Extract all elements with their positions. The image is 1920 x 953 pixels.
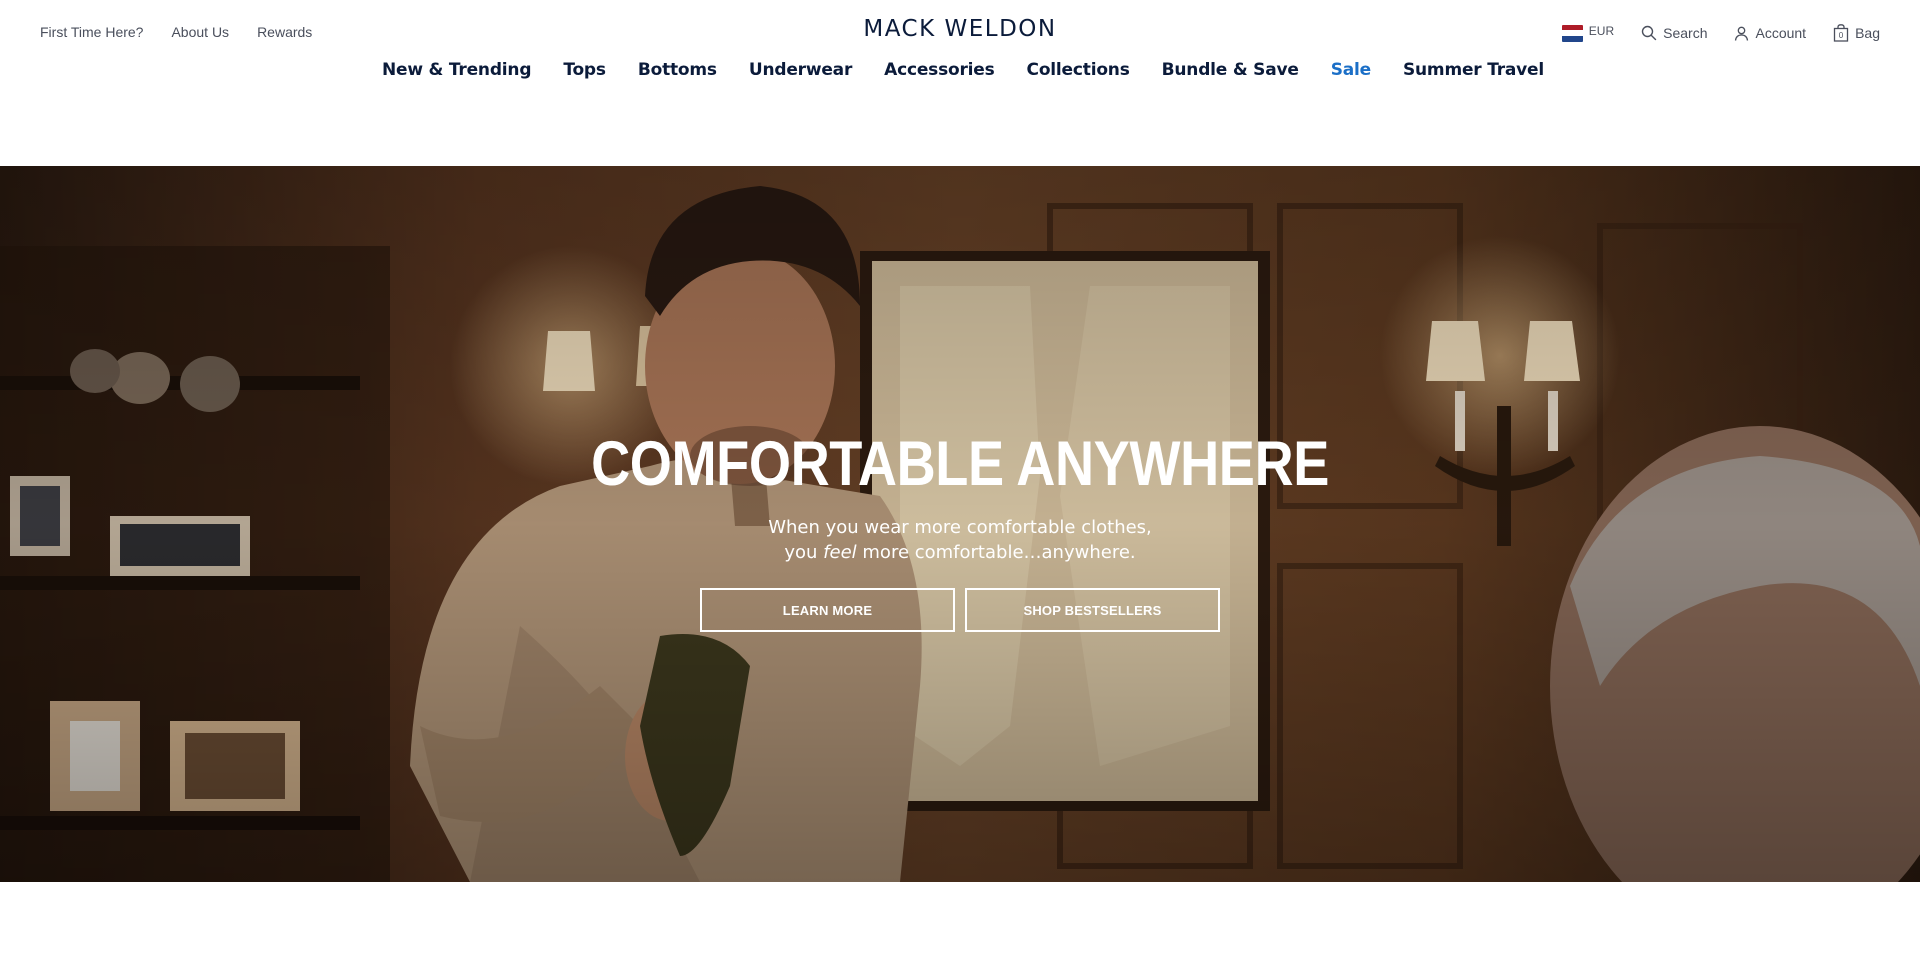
nav-item-new-trending[interactable]: New & Trending [366, 60, 547, 80]
hero-subtitle-line1: When you wear more comfortable clothes, [768, 517, 1152, 538]
hero-title: COMFORTABLE ANYWHERE [591, 429, 1329, 499]
hero-cta-group: LEARN MORE SHOP BESTSELLERS [700, 588, 1220, 632]
utility-links-right: EUR Search Account 0 Bag [1561, 24, 1880, 42]
nav-item-bottoms[interactable]: Bottoms [622, 60, 733, 80]
learn-more-button[interactable]: LEARN MORE [700, 588, 955, 632]
main-navigation: New & Trending Tops Bottoms Underwear Ac… [0, 60, 1920, 80]
nav-item-bundle-save[interactable]: Bundle & Save [1146, 60, 1315, 80]
nav-item-tops[interactable]: Tops [547, 60, 622, 80]
bag-label: Bag [1855, 25, 1880, 41]
hero-subtitle-emphasis: feel [823, 542, 857, 563]
hero-banner: COMFORTABLE ANYWHERE When you wear more … [0, 166, 1920, 882]
account-label: Account [1755, 25, 1807, 41]
hero-content: COMFORTABLE ANYWHERE When you wear more … [0, 166, 1920, 882]
currency-label: EUR [1588, 24, 1615, 38]
nl-flag-icon [1561, 24, 1583, 42]
hero-subtitle-line2-pre: you [784, 542, 824, 563]
search-label: Search [1663, 25, 1708, 41]
search-button[interactable]: Search [1641, 25, 1707, 41]
nav-item-sale[interactable]: Sale [1315, 60, 1387, 80]
main-nav-list: New & Trending Tops Bottoms Underwear Ac… [366, 60, 1560, 80]
currency-selector[interactable]: EUR [1561, 24, 1615, 42]
hero-subtitle: When you wear more comfortable clothes, … [0, 515, 1920, 565]
shop-bestsellers-button[interactable]: SHOP BESTSELLERS [965, 588, 1220, 632]
bag-icon: 0 [1833, 24, 1849, 42]
nav-item-summer-travel[interactable]: Summer Travel [1387, 60, 1560, 80]
nav-item-accessories[interactable]: Accessories [868, 60, 1010, 80]
bag-count: 0 [1839, 31, 1844, 40]
search-icon [1641, 25, 1657, 41]
nav-item-underwear[interactable]: Underwear [733, 60, 868, 80]
account-icon [1735, 26, 1749, 41]
bag-button[interactable]: 0 Bag [1833, 24, 1880, 42]
hero-subtitle-line2-post: more comfortable…anywhere. [856, 542, 1136, 563]
nav-item-collections[interactable]: Collections [1011, 60, 1146, 80]
site-header: First Time Here? About Us Rewards MACK W… [0, 0, 1920, 166]
account-button[interactable]: Account [1734, 25, 1806, 41]
